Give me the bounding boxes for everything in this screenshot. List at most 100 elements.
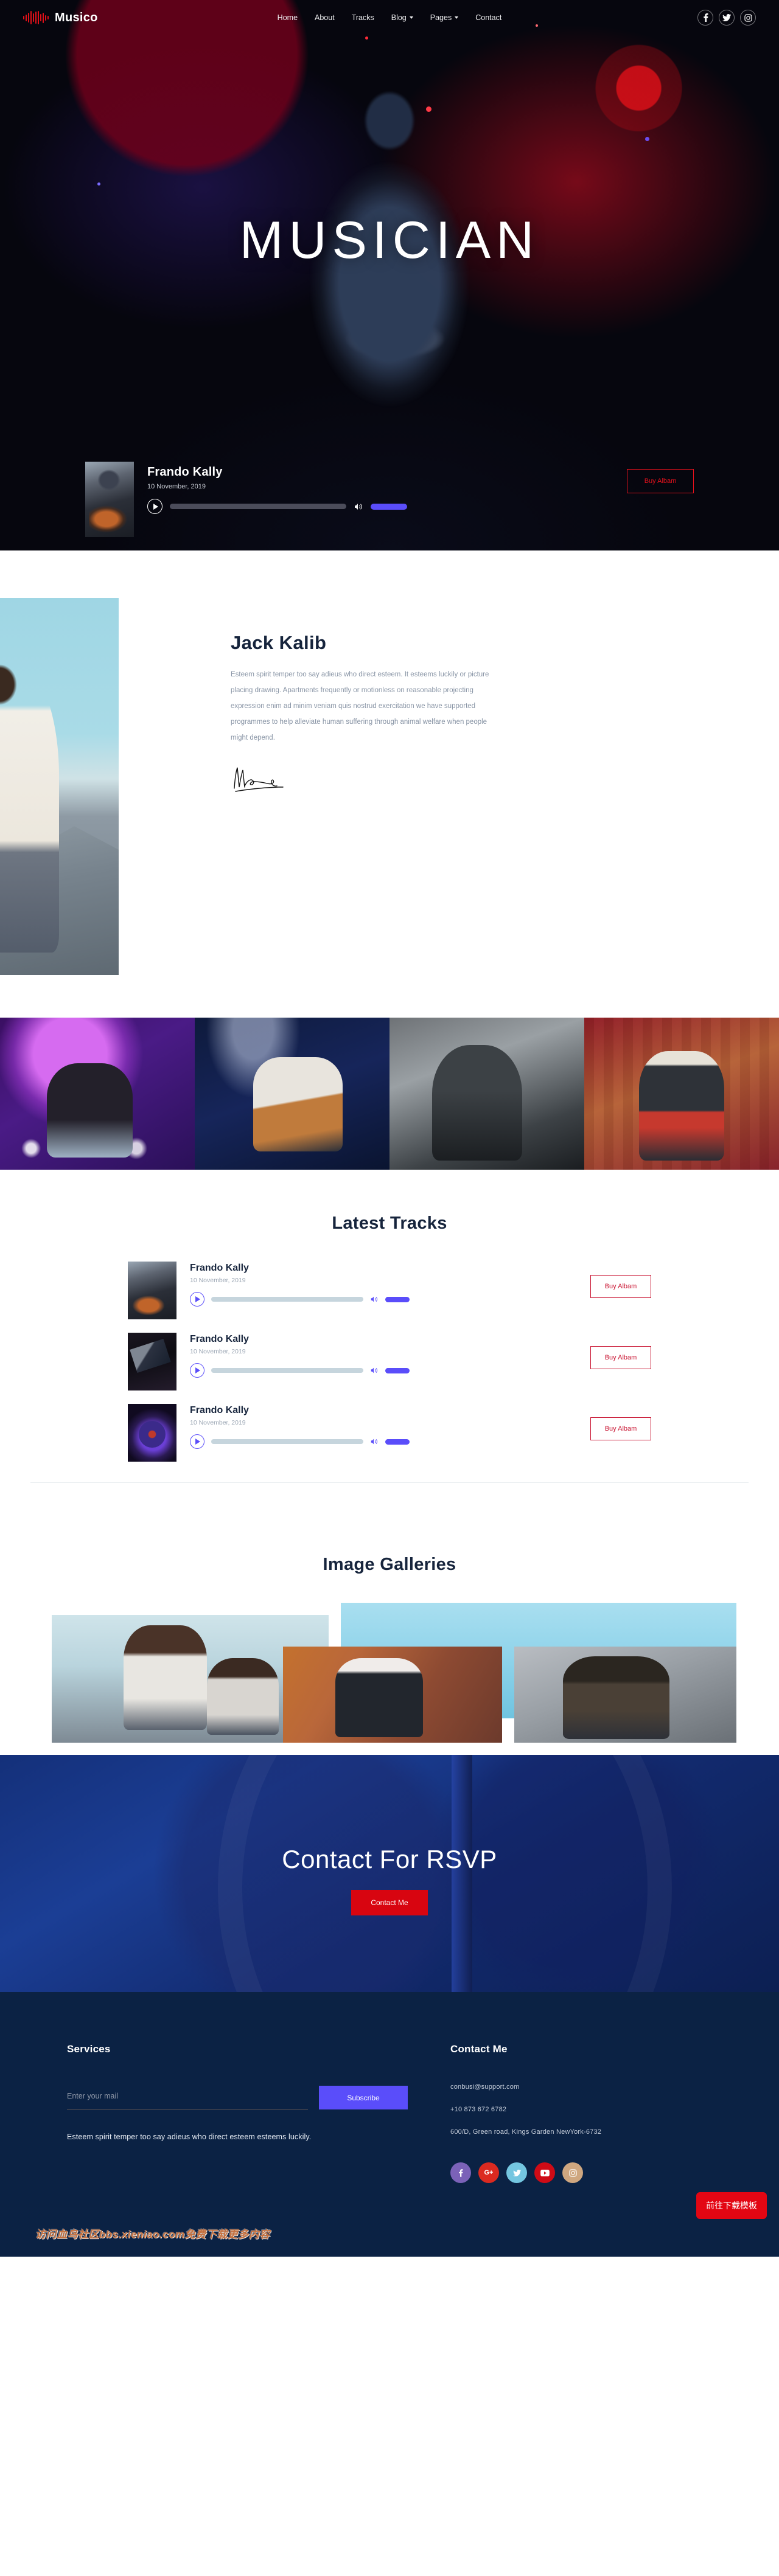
nav-item-label: Pages [430, 13, 452, 22]
track-title: Frando Kally [190, 1263, 249, 1273]
track-date: 10 November, 2019 [190, 1277, 246, 1284]
play-icon[interactable] [190, 1434, 204, 1449]
nav-item-pages[interactable]: Pages [430, 13, 459, 22]
track-list: Frando Kally 10 November, 2019 Buy Albam… [128, 1262, 651, 1462]
about-photo [0, 598, 119, 975]
footer-contact-column: Contact Me conbusi@support.com +10 873 6… [450, 2043, 712, 2183]
watermark-text: 访问血鸟社区bbs.xieniao.com免费下载更多内容 [35, 2229, 270, 2240]
track-thumbnail [128, 1262, 176, 1319]
nav-item-home[interactable]: Home [278, 13, 298, 22]
track-progress-bar[interactable] [211, 1368, 363, 1373]
footer-address: 600/D, Green road, Kings Garden NewYork-… [450, 2128, 602, 2136]
track-volume-bar[interactable] [385, 1296, 410, 1302]
contact-me-button[interactable]: Contact Me [351, 1890, 428, 1915]
latest-tracks-section: Latest Tracks Frando Kally 10 November, … [0, 1170, 779, 1519]
footer-services-title: Services [67, 2043, 111, 2055]
band-photo-1 [0, 1018, 195, 1170]
hero-track-date: 10 November, 2019 [147, 483, 206, 490]
footer: Services Subscribe Esteem spirit temper … [0, 1992, 779, 2257]
track-progress-bar[interactable] [211, 1297, 363, 1302]
footer-phone[interactable]: +10 873 672 6782 [450, 2106, 712, 2113]
nav-item-contact[interactable]: Contact [475, 13, 501, 22]
nav-item-about[interactable]: About [315, 13, 335, 22]
track-date: 10 November, 2019 [190, 1348, 246, 1355]
volume-icon[interactable] [370, 1366, 379, 1375]
rsvp-section: Contact For RSVP Contact Me [0, 1755, 779, 1992]
track-row: Frando Kally 10 November, 2019 Buy Albam [128, 1333, 651, 1390]
signature-icon [231, 768, 287, 794]
twitter-icon[interactable] [719, 10, 735, 26]
subscribe-email-input[interactable] [67, 2086, 308, 2109]
instagram-icon[interactable] [562, 2162, 583, 2183]
hero-track-thumbnail [85, 462, 134, 537]
track-volume-bar[interactable] [385, 1367, 410, 1373]
buy-album-button[interactable]: Buy Albam [627, 469, 694, 493]
gallery-image-4[interactable] [514, 1647, 736, 1743]
track-thumbnail [128, 1404, 176, 1462]
chevron-down-icon [409, 16, 413, 19]
buy-album-button[interactable]: Buy Albam [590, 1346, 651, 1369]
download-template-button[interactable]: 前往下载模板 [696, 2192, 767, 2219]
band-photo-3 [390, 1018, 584, 1170]
volume-icon[interactable] [370, 1437, 379, 1446]
sound-wave-icon [23, 11, 49, 24]
brand-name: Musico [55, 10, 98, 24]
facebook-icon[interactable] [450, 2162, 471, 2183]
nav-item-tracks[interactable]: Tracks [352, 13, 374, 22]
play-icon[interactable] [190, 1292, 204, 1307]
nav-item-label: Tracks [351, 13, 374, 22]
instagram-icon[interactable] [740, 10, 756, 26]
subscribe-button[interactable]: Subscribe [319, 2086, 408, 2109]
image-galleries-section: Image Galleries [0, 1519, 779, 1755]
twitter-icon[interactable] [506, 2162, 527, 2183]
gallery-grid [0, 1603, 779, 1755]
nav-item-label: Home [277, 13, 298, 22]
footer-email[interactable]: conbusi@support.com [450, 2083, 712, 2091]
hero-section: Musico Home About Tracks Blog Pages Cont… [0, 0, 779, 550]
hero-volume-bar[interactable] [371, 503, 407, 510]
brand-logo[interactable]: Musico [23, 11, 206, 25]
volume-icon[interactable] [370, 1295, 379, 1304]
play-icon[interactable] [147, 499, 162, 514]
buy-album-button[interactable]: Buy Albam [590, 1275, 651, 1298]
about-artist-name: Jack Kalib [231, 632, 327, 653]
latest-tracks-title: Latest Tracks [332, 1213, 447, 1233]
track-title: Frando Kally [190, 1334, 249, 1344]
footer-services-column: Services Subscribe Esteem spirit temper … [67, 2043, 408, 2183]
nav-item-label: Contact [475, 13, 502, 22]
subscribe-form: Subscribe [67, 2086, 408, 2109]
band-photo-4 [584, 1018, 779, 1170]
band-photo-2 [195, 1018, 390, 1170]
hero-title: MUSICIAN [239, 211, 540, 269]
facebook-icon[interactable] [697, 10, 713, 26]
gallery-image-3[interactable] [283, 1647, 502, 1743]
image-galleries-title: Image Galleries [323, 1555, 456, 1574]
hero-progress-bar[interactable] [170, 504, 346, 509]
band-photo-strip [0, 1018, 779, 1170]
track-row: Frando Kally 10 November, 2019 Buy Albam [128, 1404, 651, 1462]
nav-item-label: About [315, 13, 335, 22]
track-progress-bar[interactable] [211, 1439, 363, 1444]
volume-icon[interactable] [354, 502, 363, 512]
nav-item-blog[interactable]: Blog [391, 13, 413, 22]
rsvp-title: Contact For RSVP [282, 1845, 497, 1873]
nav-item-label: Blog [391, 13, 407, 22]
nav-menu: Home About Tracks Blog Pages Contact [206, 13, 573, 22]
chevron-down-icon [455, 16, 459, 19]
hero-track-title: Frando Kally [147, 465, 223, 479]
track-title: Frando Kally [190, 1405, 249, 1415]
footer-note: Esteem spirit temper too say adieus who … [67, 2133, 312, 2141]
about-section: Jack Kalib Esteem spirit temper too say … [0, 550, 779, 1018]
main-navigation: Musico Home About Tracks Blog Pages Cont… [0, 0, 779, 35]
footer-social-links: G+ [450, 2162, 712, 2183]
hero-audio-player: Frando Kally 10 November, 2019 Buy Albam [0, 453, 779, 550]
track-volume-bar[interactable] [385, 1439, 410, 1445]
nav-social-links [573, 10, 756, 26]
section-divider [30, 1482, 749, 1483]
play-icon[interactable] [190, 1363, 204, 1378]
footer-contact-title: Contact Me [450, 2043, 508, 2055]
google-plus-icon[interactable]: G+ [478, 2162, 499, 2183]
track-thumbnail [128, 1333, 176, 1390]
buy-album-button[interactable]: Buy Albam [590, 1417, 651, 1440]
youtube-icon[interactable] [534, 2162, 555, 2183]
